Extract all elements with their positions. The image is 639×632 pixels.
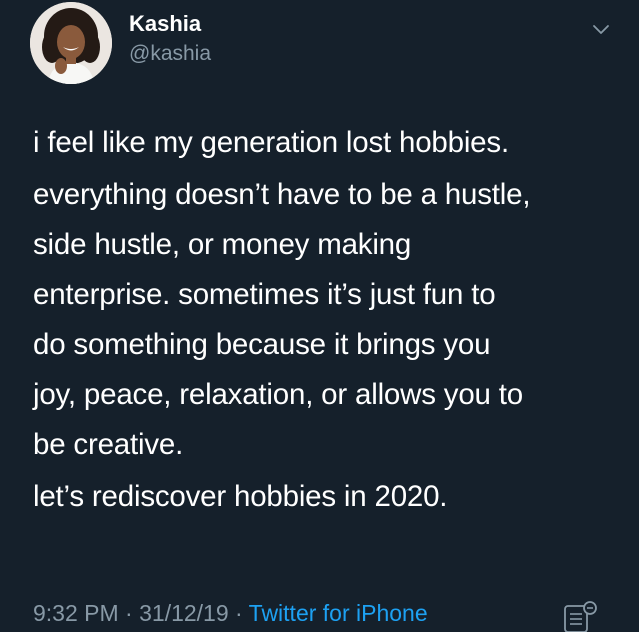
analytics-icon[interactable] — [562, 600, 600, 632]
tweet-line: be creative. — [33, 428, 184, 461]
tweet-line: side hustle, or money making — [33, 228, 412, 261]
avatar[interactable] — [30, 2, 112, 84]
meta-separator: · — [228, 600, 249, 626]
tweet-source-link[interactable]: Twitter for iPhone — [249, 600, 428, 626]
chevron-down-icon[interactable] — [590, 18, 612, 40]
tweet: Kashia @kashia i feel like my generation… — [0, 0, 639, 632]
avatar-image — [30, 2, 112, 84]
tweet-paragraph: everything doesn’t have to be a hustle, … — [33, 170, 623, 470]
tweet-line: joy, peace, relaxation, or allows you to — [33, 378, 523, 411]
tweet-line: do something because it brings you — [33, 328, 491, 361]
user-handle[interactable]: @kashia — [129, 42, 211, 66]
meta-separator: · — [118, 600, 140, 626]
tweet-time: 9:32 PM — [33, 600, 119, 626]
tweet-line: enterprise. sometimes it’s just fun to — [33, 278, 496, 311]
tweet-line: i feel like my generation lost hobbies. — [33, 126, 509, 159]
tweet-meta: 9:32 PM · 31/12/19 · Twitter for iPhone — [33, 600, 428, 627]
tweet-paragraph: let’s rediscover hobbies in 2020. — [33, 472, 623, 522]
tweet-line: everything doesn’t have to be a hustle, — [33, 178, 531, 211]
tweet-paragraph: i feel like my generation lost hobbies. — [33, 118, 623, 168]
tweet-date: 31/12/19 — [139, 600, 229, 626]
display-name[interactable]: Kashia — [129, 11, 201, 37]
tweet-text: i feel like my generation lost hobbies. … — [33, 118, 623, 522]
tweet-line: let’s rediscover hobbies in 2020. — [33, 480, 448, 513]
